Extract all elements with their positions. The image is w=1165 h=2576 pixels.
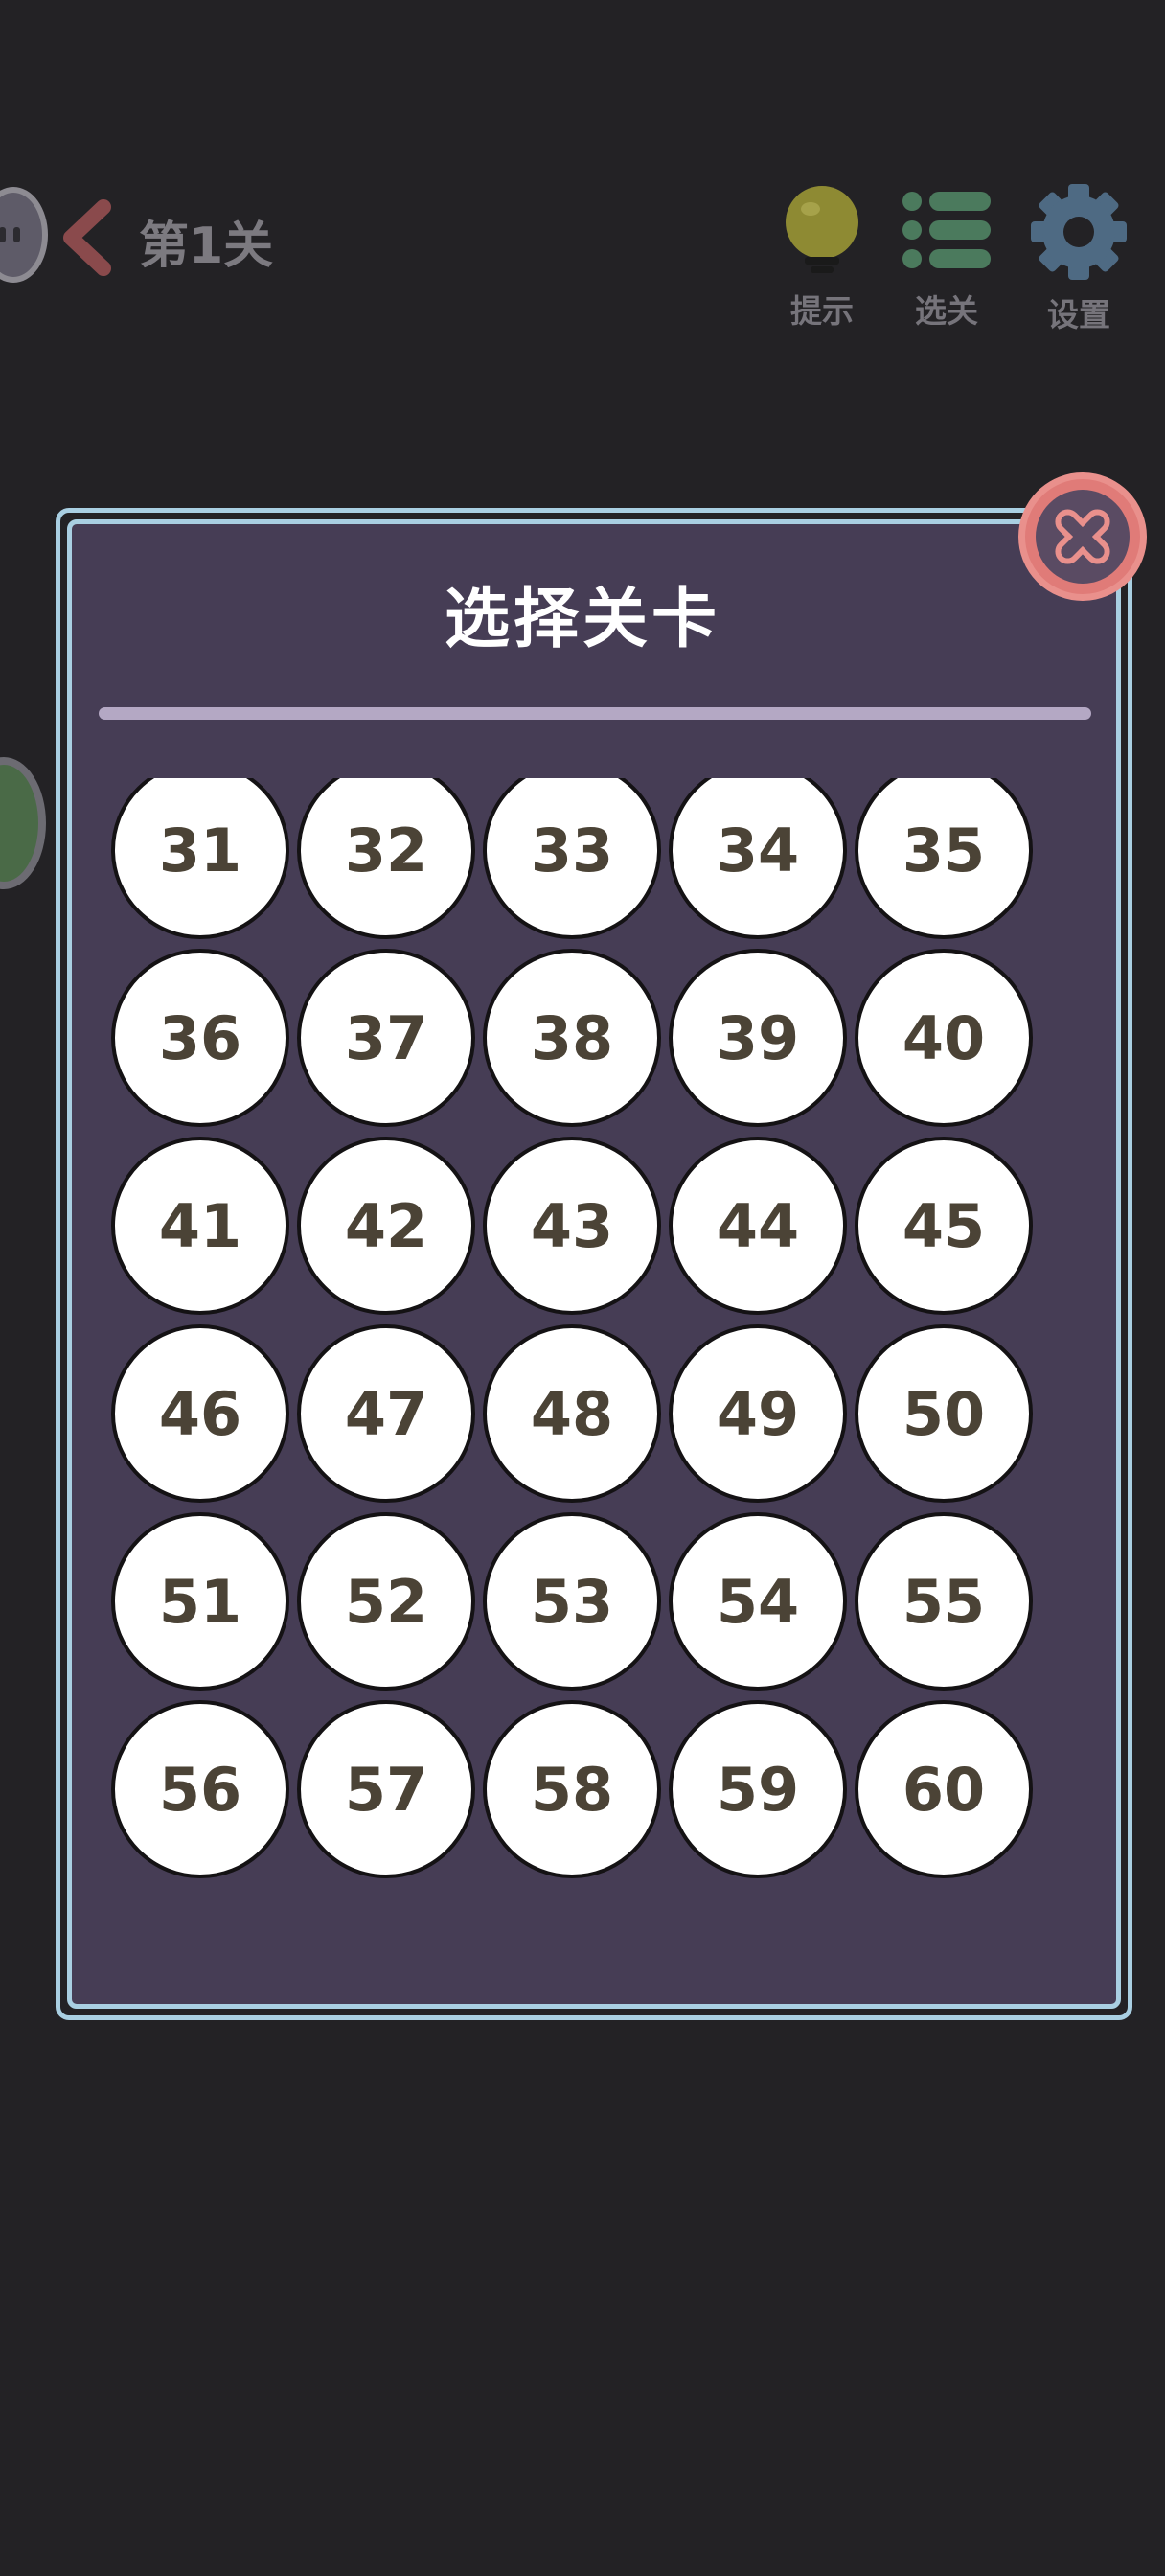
level-button-33[interactable]: 33 [483,778,661,939]
level-button-48[interactable]: 48 [483,1324,661,1503]
close-button[interactable] [1018,472,1147,601]
level-button-45[interactable]: 45 [855,1137,1033,1315]
list-icon [902,192,991,268]
level-button-39[interactable]: 39 [669,949,847,1127]
level-button-37[interactable]: 37 [297,949,475,1127]
gear-icon [1031,184,1127,280]
level-grid-scroll[interactable]: 31 32 33 34 35 36 37 38 39 40 41 42 43 44 45 46 47 48 49 50… [111,778,1069,1890]
side-tab-button[interactable] [0,757,46,889]
level-button-34[interactable]: 34 [669,778,847,939]
level-button-57[interactable]: 57 [297,1700,475,1878]
hint-button[interactable]: 提示 [765,184,879,332]
level-button-38[interactable]: 38 [483,949,661,1127]
level-button-47[interactable]: 47 [297,1324,475,1503]
settings-label: 设置 [1047,296,1110,334]
lightbulb-icon [786,186,858,273]
title-divider [99,707,1091,720]
level-button-36[interactable]: 36 [111,949,289,1127]
level-button-35[interactable]: 35 [855,778,1033,939]
level-button-49[interactable]: 49 [669,1324,847,1503]
level-button-55[interactable]: 55 [855,1512,1033,1690]
settings-button[interactable]: 设置 [1021,184,1136,335]
level-button-59[interactable]: 59 [669,1700,847,1878]
level-button-42[interactable]: 42 [297,1137,475,1315]
level-button-52[interactable]: 52 [297,1512,475,1690]
close-icon [1055,509,1110,564]
select-level-label: 选关 [915,292,978,330]
level-button-50[interactable]: 50 [855,1324,1033,1503]
level-button-44[interactable]: 44 [669,1137,847,1315]
level-button-56[interactable]: 56 [111,1700,289,1878]
level-button-31[interactable]: 31 [111,778,289,939]
avatar-eye-icon [13,227,20,242]
level-button-58[interactable]: 58 [483,1700,661,1878]
level-button-53[interactable]: 53 [483,1512,661,1690]
level-button-54[interactable]: 54 [669,1512,847,1690]
dialog-title: 选择关卡 [444,582,720,657]
level-button-32[interactable]: 32 [297,778,475,939]
level-grid: 31 32 33 34 35 36 37 38 39 40 41 42 43 44 45 46 47 48 49 50… [111,778,1069,1878]
level-button-41[interactable]: 41 [111,1137,289,1315]
level-button-60[interactable]: 60 [855,1700,1033,1878]
select-level-button[interactable]: 选关 [889,184,1004,332]
avatar-eye-icon [0,227,6,242]
avatar[interactable] [0,187,48,283]
level-button-43[interactable]: 43 [483,1137,661,1315]
level-button-40[interactable]: 40 [855,949,1033,1127]
back-arrow-icon[interactable] [57,199,115,276]
hint-label: 提示 [790,292,854,330]
level-button-51[interactable]: 51 [111,1512,289,1690]
level-button-46[interactable]: 46 [111,1324,289,1503]
level-title: 第1关 [139,218,274,275]
